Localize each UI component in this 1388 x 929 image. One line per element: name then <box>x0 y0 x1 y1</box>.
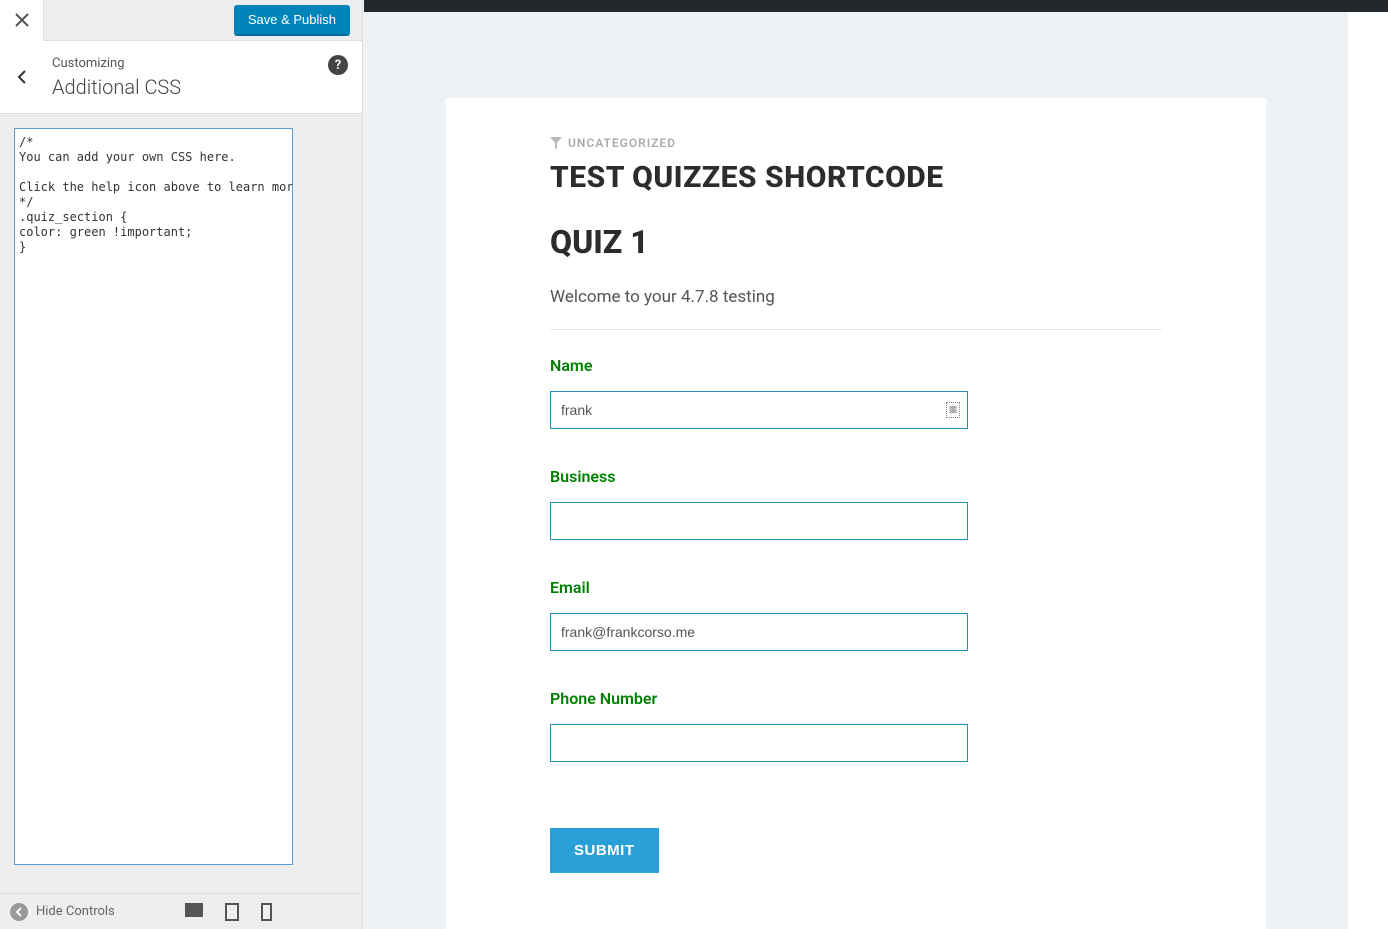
close-icon <box>15 13 29 27</box>
quiz-title: QUIZ 1 <box>550 223 1162 261</box>
hide-controls-label: Hide Controls <box>36 904 115 919</box>
email-input[interactable] <box>550 613 968 651</box>
tablet-preview-icon[interactable] <box>225 903 239 921</box>
collapse-icon <box>10 903 28 921</box>
email-label: Email <box>550 578 1162 597</box>
phone-label: Phone Number <box>550 689 1162 708</box>
customizer-breadcrumb: Customizing Additional CSS ? <box>0 41 362 114</box>
submit-button[interactable]: SUBMIT <box>550 828 659 873</box>
sidebar-topbar: Save & Publish <box>0 0 362 41</box>
field-phone: Phone Number <box>550 689 1162 762</box>
admin-bar <box>364 0 1388 12</box>
section-title: Additional CSS <box>52 75 344 99</box>
code-editor-wrapper <box>14 128 348 879</box>
business-input[interactable] <box>550 502 968 540</box>
desktop-preview-icon[interactable] <box>185 903 203 917</box>
customizing-label: Customizing <box>52 56 344 71</box>
back-button[interactable] <box>0 55 44 99</box>
hide-controls-button[interactable]: Hide Controls <box>10 903 115 921</box>
customizer-sidebar: Save & Publish Customizing Additional CS… <box>0 0 363 929</box>
field-name: Name ▦ <box>550 356 1162 429</box>
post-title: TEST QUIZZES SHORTCODE <box>550 160 1162 195</box>
post-card: UNCATEGORIZED TEST QUIZZES SHORTCODE QUI… <box>446 98 1266 929</box>
css-code-editor[interactable] <box>14 128 293 865</box>
sidebar-footer: Hide Controls <box>0 893 362 929</box>
device-preview-icons <box>185 903 272 921</box>
name-label: Name <box>550 356 1162 375</box>
name-input[interactable] <box>550 391 968 429</box>
divider <box>550 329 1162 330</box>
funnel-icon <box>550 137 562 149</box>
field-email: Email <box>550 578 1162 651</box>
field-business: Business <box>550 467 1162 540</box>
autofill-icon[interactable]: ▦ <box>946 402 960 418</box>
phone-input[interactable] <box>550 724 968 762</box>
close-customizer-button[interactable] <box>0 0 44 41</box>
save-publish-button[interactable]: Save & Publish <box>234 5 350 36</box>
business-label: Business <box>550 467 1162 486</box>
category-text: UNCATEGORIZED <box>568 136 676 150</box>
breadcrumb-text: Customizing Additional CSS <box>52 56 344 99</box>
chevron-left-icon <box>15 70 29 84</box>
help-icon[interactable]: ? <box>328 55 348 75</box>
site-preview: UNCATEGORIZED TEST QUIZZES SHORTCODE QUI… <box>364 12 1388 929</box>
mobile-preview-icon[interactable] <box>261 903 272 921</box>
welcome-text: Welcome to your 4.7.8 testing <box>550 287 1162 307</box>
category-label: UNCATEGORIZED <box>550 136 1162 150</box>
